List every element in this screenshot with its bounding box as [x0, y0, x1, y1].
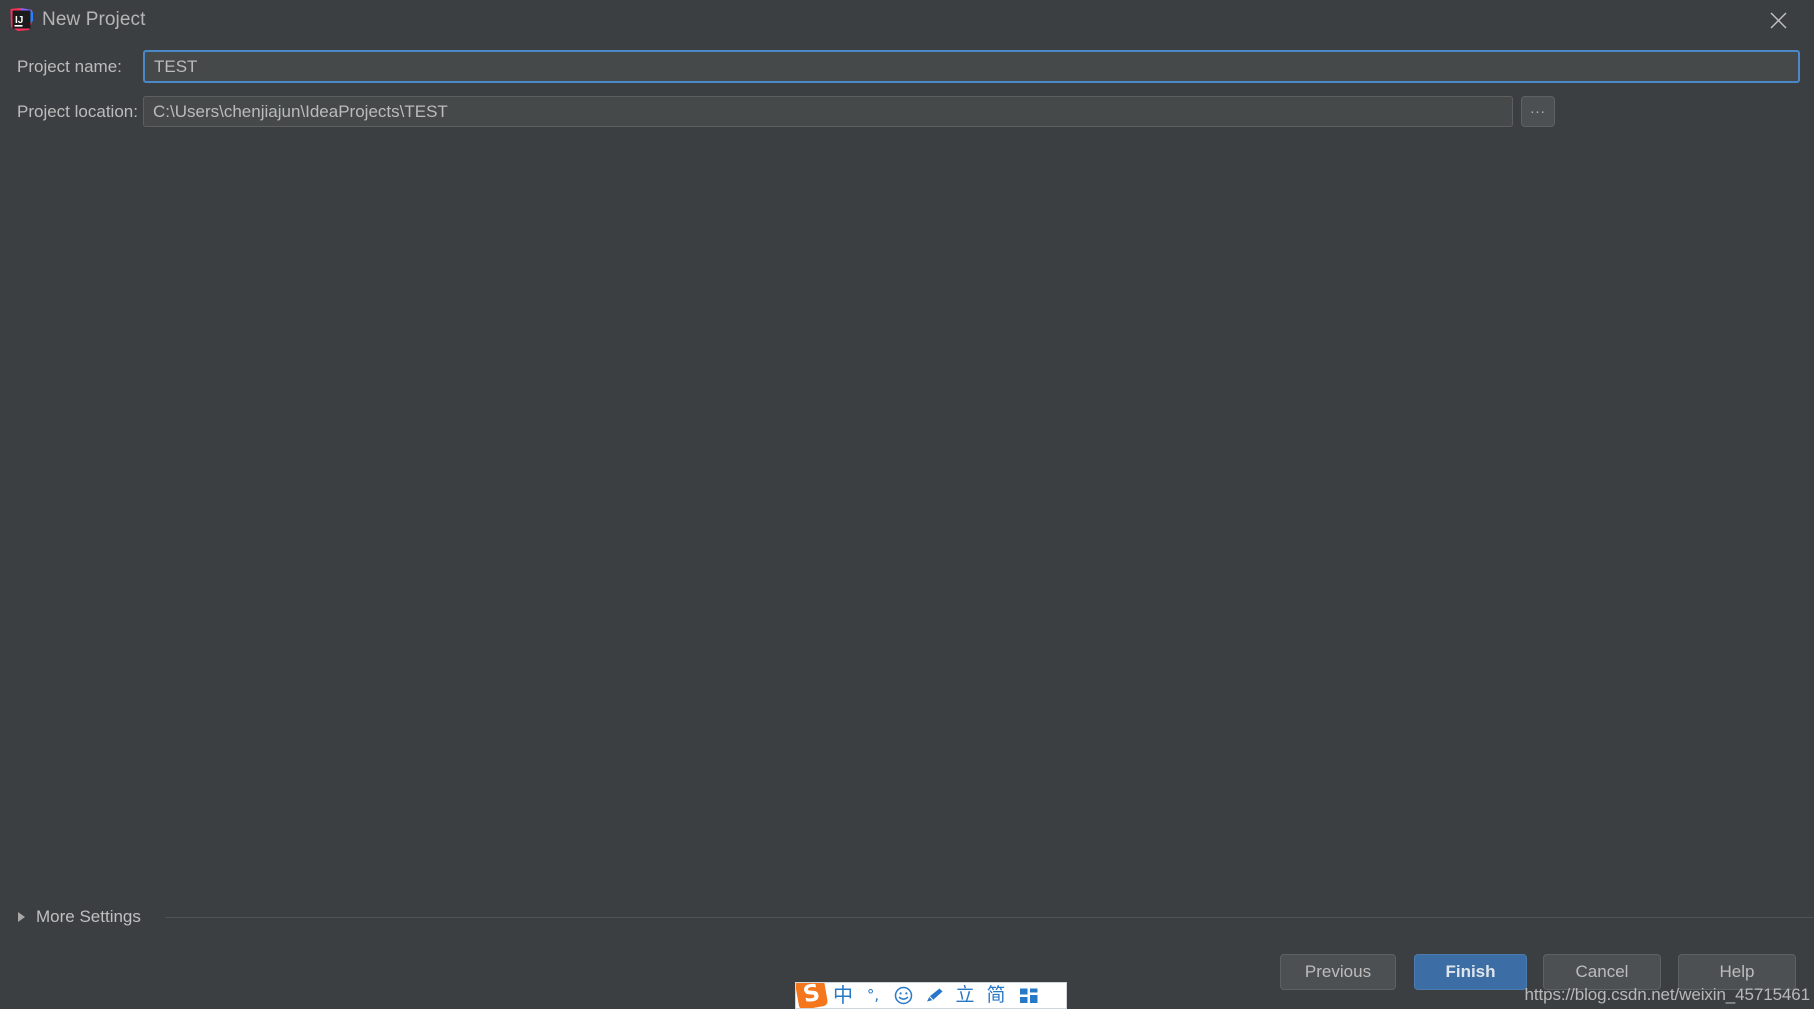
- sogou-logo-icon[interactable]: S: [796, 983, 829, 1008]
- window-title: New Project: [42, 9, 146, 30]
- emoji-icon[interactable]: [888, 983, 918, 1008]
- more-settings-separator: [165, 917, 1814, 918]
- finish-button[interactable]: Finish: [1414, 954, 1527, 990]
- watermark-url: https://blog.csdn.net/weixin_45715461: [1524, 985, 1810, 1004]
- triangle-right-icon: [18, 912, 25, 922]
- svg-text:IJ: IJ: [15, 15, 23, 26]
- sogou-ime-toolbar[interactable]: S 中 °, 立 简: [795, 982, 1067, 1009]
- keyboard-layout-icon[interactable]: 立: [950, 983, 980, 1008]
- chinese-mode-icon[interactable]: 中: [828, 983, 858, 1008]
- handwriting-pencil-icon[interactable]: [918, 983, 950, 1008]
- project-name-label: Project name:: [17, 57, 122, 76]
- more-settings-toggle[interactable]: More Settings: [18, 906, 141, 928]
- project-location-label: Project location:: [17, 102, 138, 121]
- intellij-idea-icon: IJ: [9, 7, 34, 32]
- toolbox-grid-icon[interactable]: [1012, 983, 1046, 1008]
- close-icon[interactable]: [1750, 0, 1806, 40]
- more-settings-label: More Settings: [36, 907, 141, 926]
- browse-location-button[interactable]: ...: [1521, 96, 1555, 127]
- punctuation-mode-icon[interactable]: °,: [858, 983, 888, 1008]
- project-location-input[interactable]: [143, 96, 1513, 127]
- previous-button[interactable]: Previous: [1280, 954, 1396, 990]
- simplified-chinese-icon[interactable]: 简: [980, 983, 1012, 1008]
- project-name-input[interactable]: [143, 50, 1800, 83]
- title-bar: IJ New Project: [0, 0, 1814, 40]
